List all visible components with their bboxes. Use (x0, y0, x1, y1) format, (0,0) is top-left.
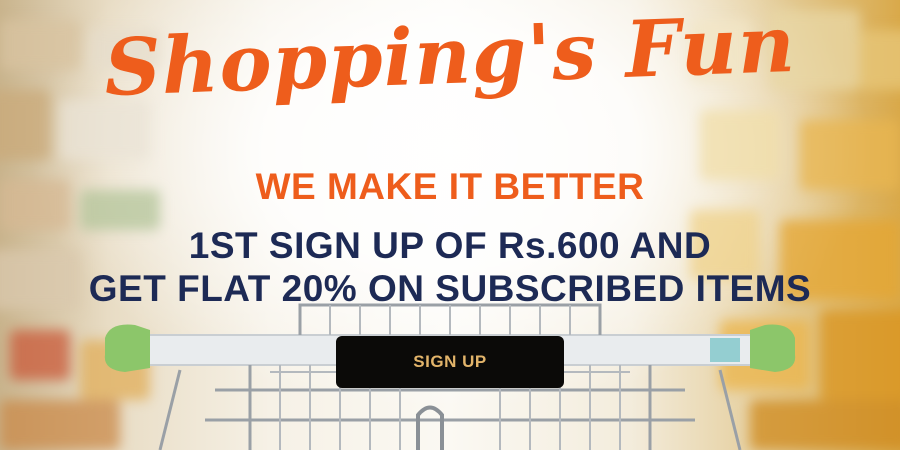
offer-line-2: GET FLAT 20% ON SUBSCRIBED ITEMS (88, 268, 812, 309)
subheadline: WE MAKE IT BETTER (255, 166, 645, 207)
offer-line-1: 1ST SIGN UP OF Rs.600 AND (188, 225, 712, 266)
offer-text: 1ST SIGN UP OF Rs.600 AND GET FLAT 20% O… (0, 224, 900, 310)
sign-up-button[interactable]: SIGN UP (336, 336, 564, 388)
promo-banner: Shopping's Fun WE MAKE IT BETTER 1ST SIG… (0, 0, 900, 450)
